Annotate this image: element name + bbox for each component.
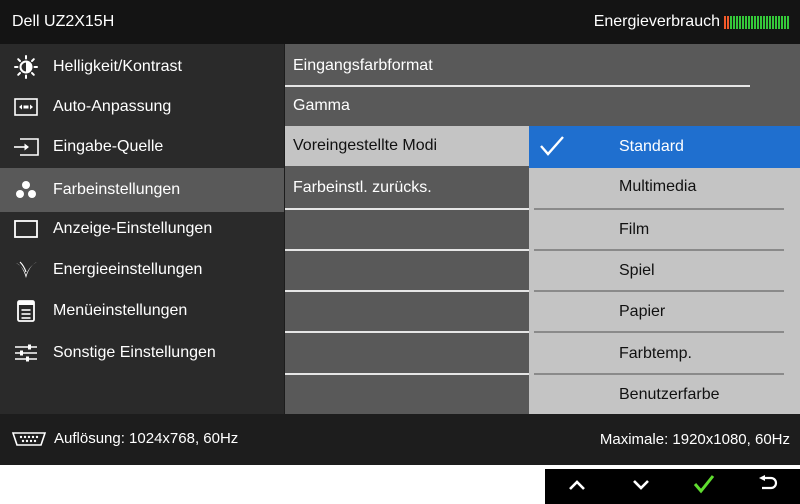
display-icon: [13, 218, 39, 240]
vga-connector-icon: [10, 431, 48, 447]
energy-bar: [778, 15, 780, 29]
energy-bar: [733, 15, 735, 29]
menu-item-input-source[interactable]: Eingabe-Quelle: [0, 126, 284, 167]
navigation-keys: [545, 469, 800, 504]
sliders-icon: [13, 342, 39, 364]
back-button[interactable]: [736, 469, 800, 504]
energy-bar: [766, 15, 768, 29]
menu-item-other-settings[interactable]: Sonstige Einstellungen: [0, 332, 284, 373]
max-resolution-text: Maximale: 1920x1080, 60Hz: [599, 431, 790, 448]
monitor-model: Dell UZ2X15H: [12, 13, 115, 30]
submenu-item-gamma[interactable]: Gamma: [285, 86, 800, 126]
option-label: Film: [619, 221, 650, 238]
menu-item-display-settings[interactable]: Anzeige-Einstellungen: [0, 208, 284, 249]
energy-label: Energieverbrauch: [593, 13, 720, 30]
submenu-item-label: Voreingestellte Modi: [293, 137, 438, 154]
energy-bar: [751, 15, 753, 29]
down-icon: [632, 478, 650, 496]
option-game[interactable]: Spiel: [529, 251, 800, 291]
down-button[interactable]: [609, 469, 673, 504]
option-film[interactable]: Film: [529, 210, 800, 250]
input-source-icon: [13, 136, 39, 158]
option-color-temp[interactable]: Farbtemp.: [529, 334, 800, 374]
up-icon: [568, 478, 586, 496]
menu-item-color-settings[interactable]: Farbeinstellungen: [0, 168, 284, 212]
divider: [285, 208, 529, 210]
energy-bar: [781, 15, 783, 29]
divider: [285, 290, 529, 292]
option-label: Multimedia: [619, 178, 697, 195]
energy-bar: [748, 15, 750, 29]
energy-bar: [784, 15, 786, 29]
divider: [285, 373, 529, 375]
energy-bar: [742, 15, 744, 29]
confirm-button[interactable]: [673, 469, 737, 504]
divider: [534, 331, 784, 333]
menu-item-label: Energieeinstellungen: [53, 260, 203, 278]
option-paper[interactable]: Papier: [529, 292, 800, 332]
brightness-icon: [13, 54, 39, 79]
auto-adjust-icon: [13, 96, 39, 118]
option-custom-color[interactable]: Benutzerfarbe: [529, 375, 800, 415]
menu-item-energy-settings[interactable]: Energieeinstellungen: [0, 249, 284, 290]
menu-icon: [13, 299, 39, 322]
option-label: Standard: [619, 138, 684, 155]
option-label: Spiel: [619, 262, 655, 279]
energy-bar: [757, 15, 759, 29]
energy-bar: [754, 15, 756, 29]
energy-bar: [772, 15, 774, 29]
energy-meter: Energieverbrauch: [594, 13, 790, 31]
check-icon: [693, 474, 715, 499]
energy-bar: [727, 15, 729, 29]
submenu-item-preset-modes[interactable]: Voreingestellte Modi: [285, 126, 529, 166]
resolution-text: Auflösung: 1024x768, 60Hz: [54, 430, 239, 447]
divider: [285, 331, 529, 333]
up-button[interactable]: [545, 469, 609, 504]
menu-item-menu-settings[interactable]: Menüeinstellungen: [0, 290, 284, 331]
energy-bar: [763, 15, 765, 29]
submenu-item-label: Gamma: [293, 97, 350, 114]
energy-bars: [724, 15, 790, 29]
back-icon: [758, 475, 778, 498]
osd-menu: Dell UZ2X15H Energieverbrauch Helligkeit…: [0, 0, 800, 465]
option-label: Benutzerfarbe: [619, 386, 720, 403]
main-menu: Helligkeit/Kontrast Auto-Anpassung Einga…: [0, 44, 284, 414]
energy-bar: [775, 15, 777, 29]
option-multimedia[interactable]: Multimedia: [529, 167, 800, 207]
energy-bar: [724, 15, 726, 29]
energy-bar: [745, 15, 747, 29]
energy-icon: [13, 259, 39, 281]
check-icon: [539, 135, 565, 162]
divider: [285, 249, 529, 251]
menu-item-brightness-contrast[interactable]: Helligkeit/Kontrast: [0, 46, 284, 87]
menu-item-label: Anzeige-Einstellungen: [53, 219, 213, 237]
submenu-item-label: Eingangsfarbformat: [293, 57, 433, 74]
menu-item-label: Farbeinstellungen: [53, 181, 181, 198]
color-icon: [13, 179, 39, 201]
energy-bar: [769, 15, 771, 29]
option-label: Papier: [619, 303, 666, 320]
submenu-item-label: Farbeinstl. zurücks.: [293, 179, 432, 196]
menu-item-label: Eingabe-Quelle: [53, 137, 164, 155]
energy-bar: [787, 15, 789, 29]
energy-bar: [736, 15, 738, 29]
submenu-item-reset-color[interactable]: Farbeinstl. zurücks.: [285, 168, 529, 208]
energy-bar: [730, 15, 732, 29]
current-resolution: Auflösung: 1024x768, 60Hz: [10, 430, 238, 447]
energy-bar: [739, 15, 741, 29]
osd-footer: Auflösung: 1024x768, 60Hz Maximale: 1920…: [0, 414, 800, 465]
menu-item-label: Auto-Anpassung: [53, 97, 172, 115]
menu-item-auto-adjust[interactable]: Auto-Anpassung: [0, 86, 284, 127]
menu-item-label: Sonstige Einstellungen: [53, 343, 216, 361]
menu-item-label: Menüeinstellungen: [53, 301, 188, 319]
energy-bar: [760, 15, 762, 29]
option-standard[interactable]: Standard: [529, 126, 800, 168]
option-label: Farbtemp.: [619, 345, 692, 362]
submenu-item-input-color-format[interactable]: Eingangsfarbformat: [285, 46, 800, 86]
osd-header: Dell UZ2X15H Energieverbrauch: [0, 0, 800, 44]
menu-item-label: Helligkeit/Kontrast: [53, 57, 182, 75]
